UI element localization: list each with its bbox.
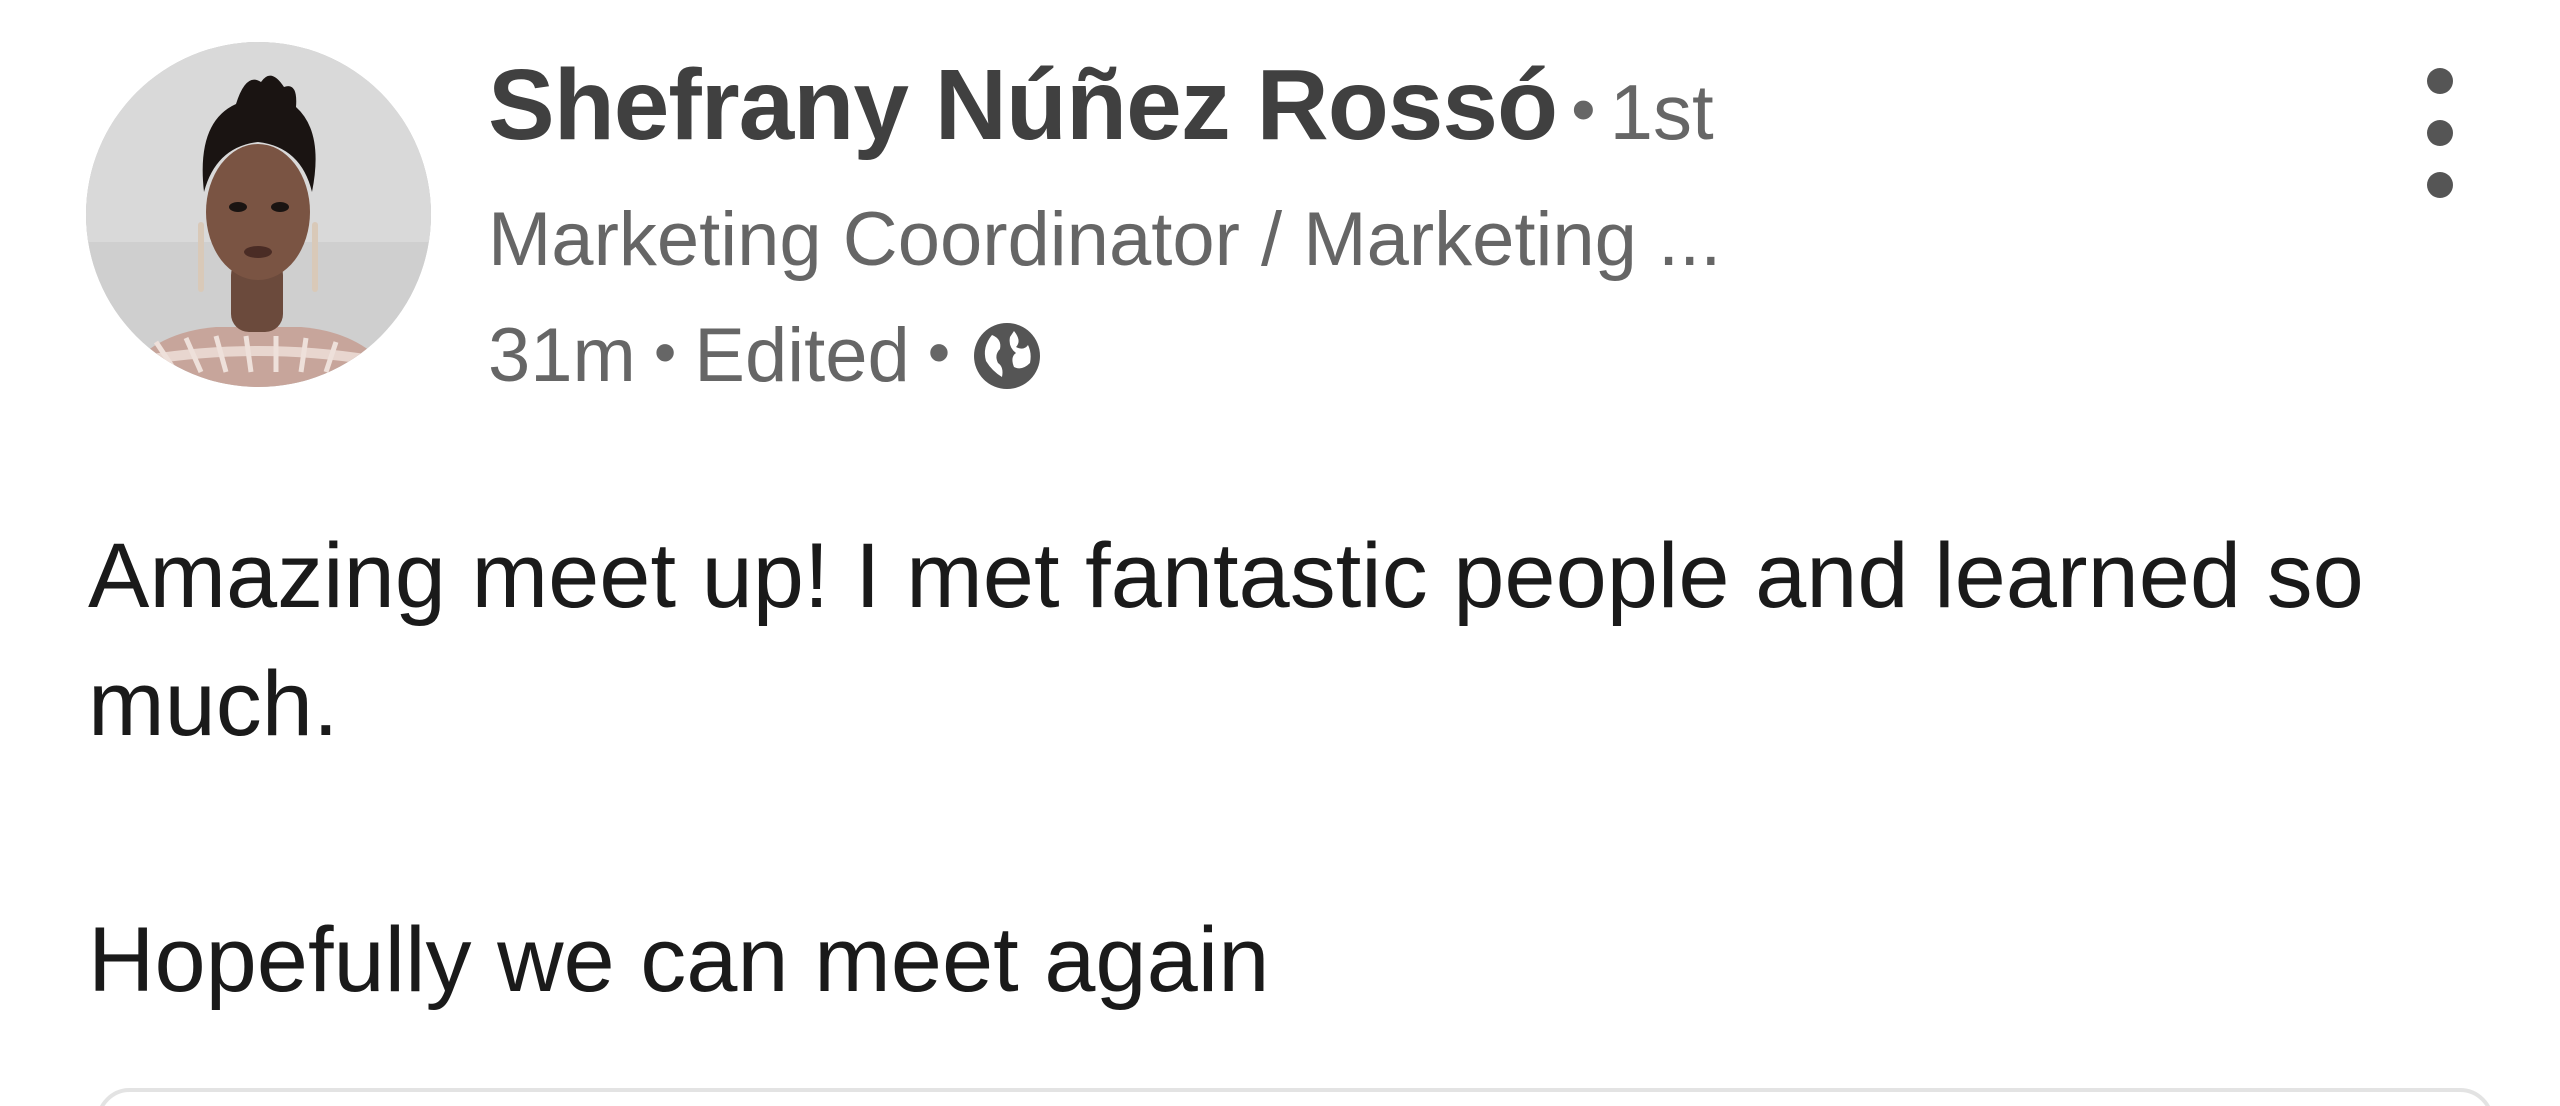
more-vertical-icon [2427,120,2453,146]
edited-label: Edited [694,313,910,398]
author-name[interactable]: Shefrany Núñez Rossó [488,48,1558,163]
avatar-photo [86,42,431,387]
author-avatar[interactable] [86,42,431,387]
post-text: Amazing meet up! I met fantastic people … [88,512,2508,1024]
degree-label: 1st [1609,68,1714,156]
connection-degree: • 1st [1571,67,1714,158]
globe-icon [972,321,1042,391]
shared-content-card[interactable] [96,1088,2494,1106]
post-time: 31m [488,313,636,398]
feed-post: Shefrany Núñez Rossó • 1st Marketing Coor… [0,0,2560,1106]
meta-separator: • [927,315,951,388]
meta-separator: • [653,315,677,388]
author-headline: Marketing Coordinator / Marketing ... [488,197,1722,282]
more-vertical-icon [2427,68,2453,94]
more-vertical-icon [2427,172,2453,198]
post-paragraph: Hopefully we can meet again [88,909,1270,1011]
more-options-button[interactable] [2400,68,2480,198]
author-header: Shefrany Núñez Rossó • 1st [488,48,1714,178]
post-meta: 31m • Edited • [488,312,1042,399]
degree-separator: • [1571,70,1596,148]
post-paragraph: Amazing meet up! I met fantastic people … [88,525,2364,755]
